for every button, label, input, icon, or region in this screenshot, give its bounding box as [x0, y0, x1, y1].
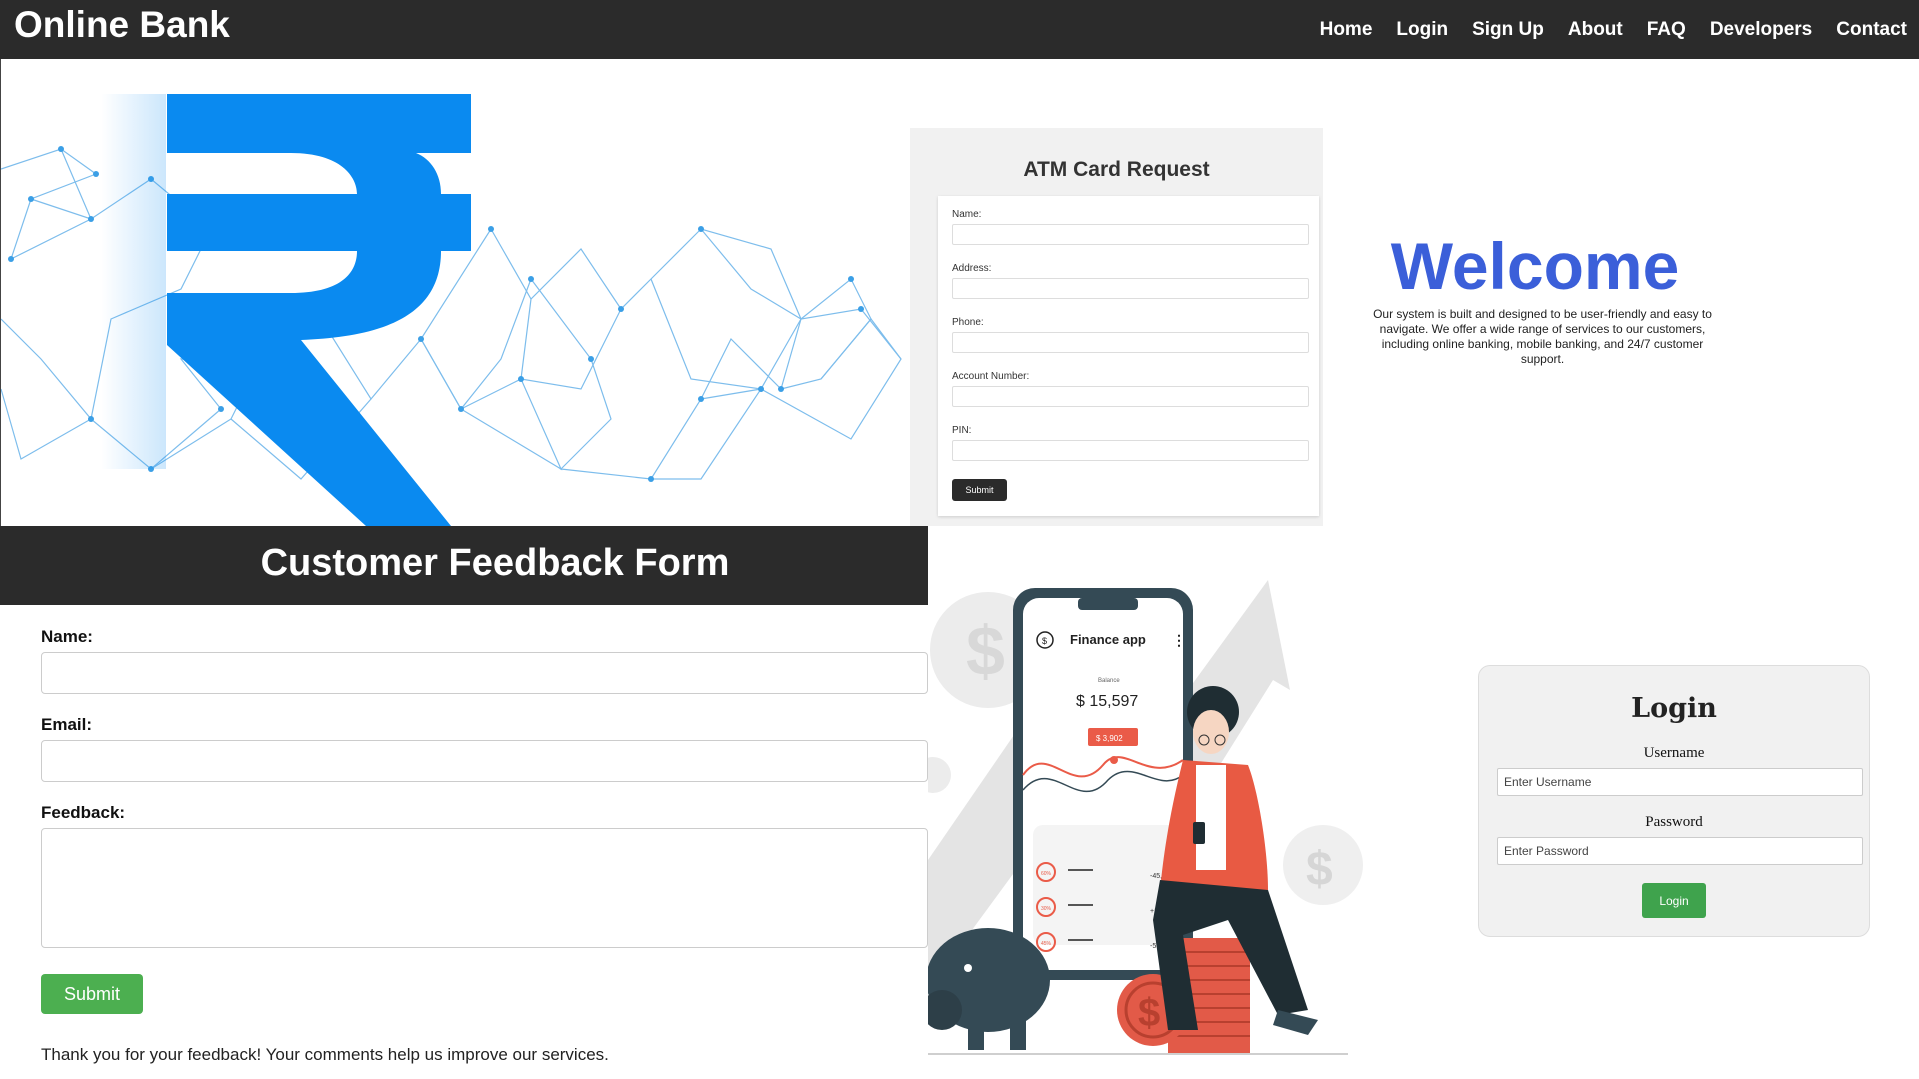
login-button[interactable]: Login	[1642, 883, 1706, 918]
username-input[interactable]	[1497, 768, 1863, 796]
atm-form: Name: Address: Phone: Account Number: PI…	[938, 196, 1319, 516]
feedback-header: Customer Feedback Form	[0, 526, 928, 605]
atm-title: ATM Card Request	[1023, 158, 1210, 181]
atm-account-label: Account Number:	[952, 371, 1030, 382]
feedback-email-label: Email:	[41, 715, 93, 734]
feedback-text-label: Feedback:	[41, 803, 126, 822]
welcome-text: Our system is built and designed to be u…	[1373, 307, 1712, 366]
svg-text:45%: 45%	[1041, 941, 1052, 947]
svg-text:30%: 30%	[1041, 906, 1052, 912]
atm-pin-label: PIN:	[952, 425, 972, 436]
atm-account-input[interactable]	[952, 386, 1309, 407]
atm-phone-input[interactable]	[952, 332, 1309, 353]
top-navbar: Online Bank Home Login Sign Up About FAQ…	[0, 0, 1919, 59]
feedback-textarea[interactable]	[41, 828, 928, 948]
feedback-name-label: Name:	[41, 627, 93, 646]
svg-text:$: $	[966, 612, 1005, 690]
more-options-icon: ⋮	[1172, 632, 1186, 648]
rupee-icon	[167, 94, 471, 526]
atm-name-label: Name:	[952, 209, 982, 220]
brand-logo[interactable]: Online Bank	[14, 4, 230, 46]
password-label: Password	[1645, 814, 1703, 830]
svg-text:$: $	[1138, 991, 1160, 1035]
nav-home[interactable]: Home	[1320, 19, 1373, 41]
username-label: Username	[1643, 745, 1705, 761]
finance-app-illustration: $ $ $ Finance app ⋮ Balance $ 15,597 $ 3…	[928, 580, 1363, 1055]
nav-contact[interactable]: Contact	[1836, 19, 1907, 41]
nav-about[interactable]: About	[1568, 19, 1623, 41]
atm-address-label: Address:	[952, 263, 992, 274]
nav-developers[interactable]: Developers	[1710, 19, 1812, 41]
atm-submit-button[interactable]: Submit	[952, 479, 1007, 501]
atm-phone-label: Phone:	[952, 317, 984, 328]
nav-login[interactable]: Login	[1396, 19, 1448, 41]
nav-signup[interactable]: Sign Up	[1472, 19, 1544, 41]
network-background	[1, 94, 902, 526]
login-title: Login	[1631, 693, 1717, 724]
nav-menu: Home Login Sign Up About FAQ Developers …	[1308, 0, 1919, 59]
balance-label: Balance	[1098, 678, 1120, 684]
feedback-thanks-text: Thank you for your feedback! Your commen…	[41, 1045, 609, 1064]
svg-text:$: $	[1306, 843, 1333, 896]
page: Online Bank Home Login Sign Up About FAQ…	[0, 0, 1919, 1079]
svg-text:$: $	[1042, 636, 1047, 646]
atm-pin-input[interactable]	[952, 440, 1309, 461]
piggy-bank-icon	[928, 928, 1050, 1050]
balance-value: $ 15,597	[1076, 693, 1138, 710]
atm-request-panel: ATM Card Request Name: Address: Phone: A…	[910, 128, 1323, 526]
svg-text:60%: 60%	[1041, 871, 1052, 877]
atm-address-input[interactable]	[952, 278, 1309, 299]
feedback-title: Customer Feedback Form	[260, 542, 730, 584]
welcome-title: Welcome	[1390, 229, 1680, 303]
feedback-email-input[interactable]	[41, 740, 928, 782]
nav-faq[interactable]: FAQ	[1647, 19, 1686, 41]
login-card: Login Username Password Login	[1478, 665, 1870, 937]
atm-name-input[interactable]	[952, 224, 1309, 245]
password-input[interactable]	[1497, 837, 1863, 865]
feedback-name-input[interactable]	[41, 652, 928, 694]
finance-app-title: Finance app	[1070, 632, 1146, 647]
feedback-submit-button[interactable]: Submit	[41, 974, 143, 1014]
hero-banner	[0, 59, 911, 526]
svg-text:$ 3,902: $ 3,902	[1096, 734, 1123, 743]
